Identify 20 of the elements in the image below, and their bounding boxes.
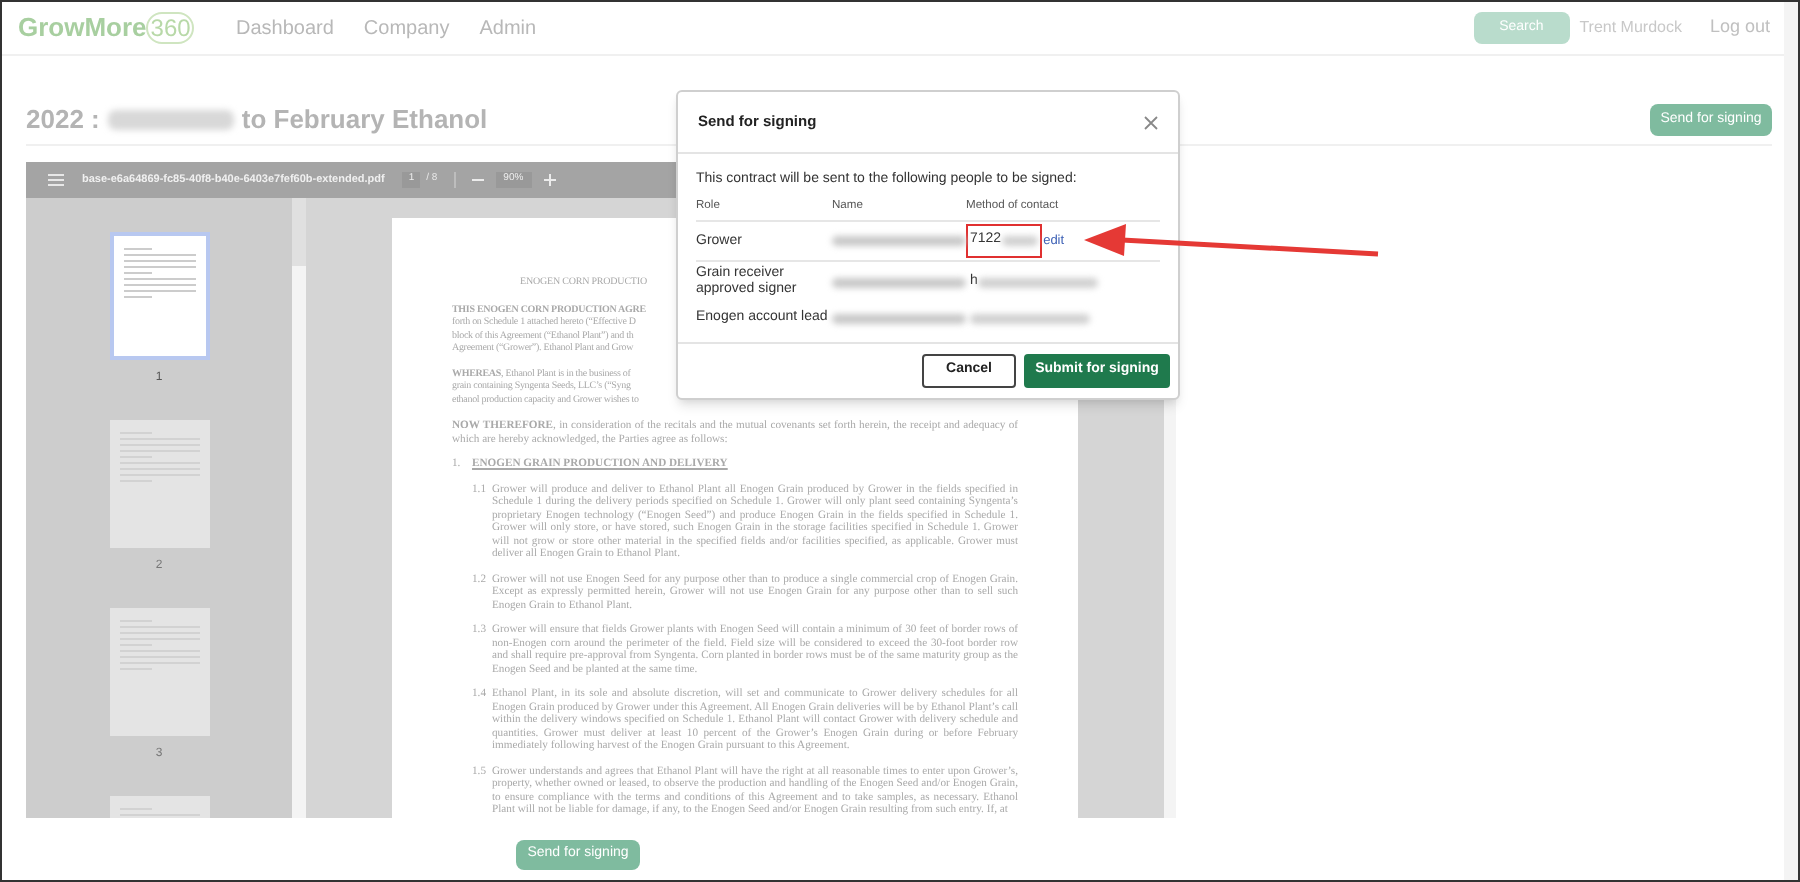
nav-link[interactable]: Company [363, 13, 450, 43]
menu-icon[interactable] [48, 174, 64, 186]
zoom-in-icon[interactable] [543, 174, 556, 186]
blurred-text [977, 277, 1098, 288]
zoom-out-icon[interactable] [471, 174, 484, 186]
page-title: to February Ethanol [241, 102, 488, 139]
blurred-text [832, 236, 966, 246]
logo-text: GrowMore [18, 10, 147, 47]
nav-link[interactable]: Admin [479, 13, 537, 43]
blurred-text [107, 110, 234, 130]
close-icon[interactable] [1144, 115, 1158, 129]
blurred-text [832, 277, 966, 288]
logout-link[interactable]: Log out [1709, 14, 1770, 42]
page-thumbnail[interactable] [109, 232, 209, 360]
nav-link[interactable]: Dashboard [236, 13, 334, 43]
logo-number: 360 [146, 12, 195, 44]
blurred-text [832, 313, 966, 323]
page-title: 2022 : [26, 102, 100, 139]
blurred-text [970, 313, 1090, 323]
blurred-text [1001, 236, 1038, 246]
